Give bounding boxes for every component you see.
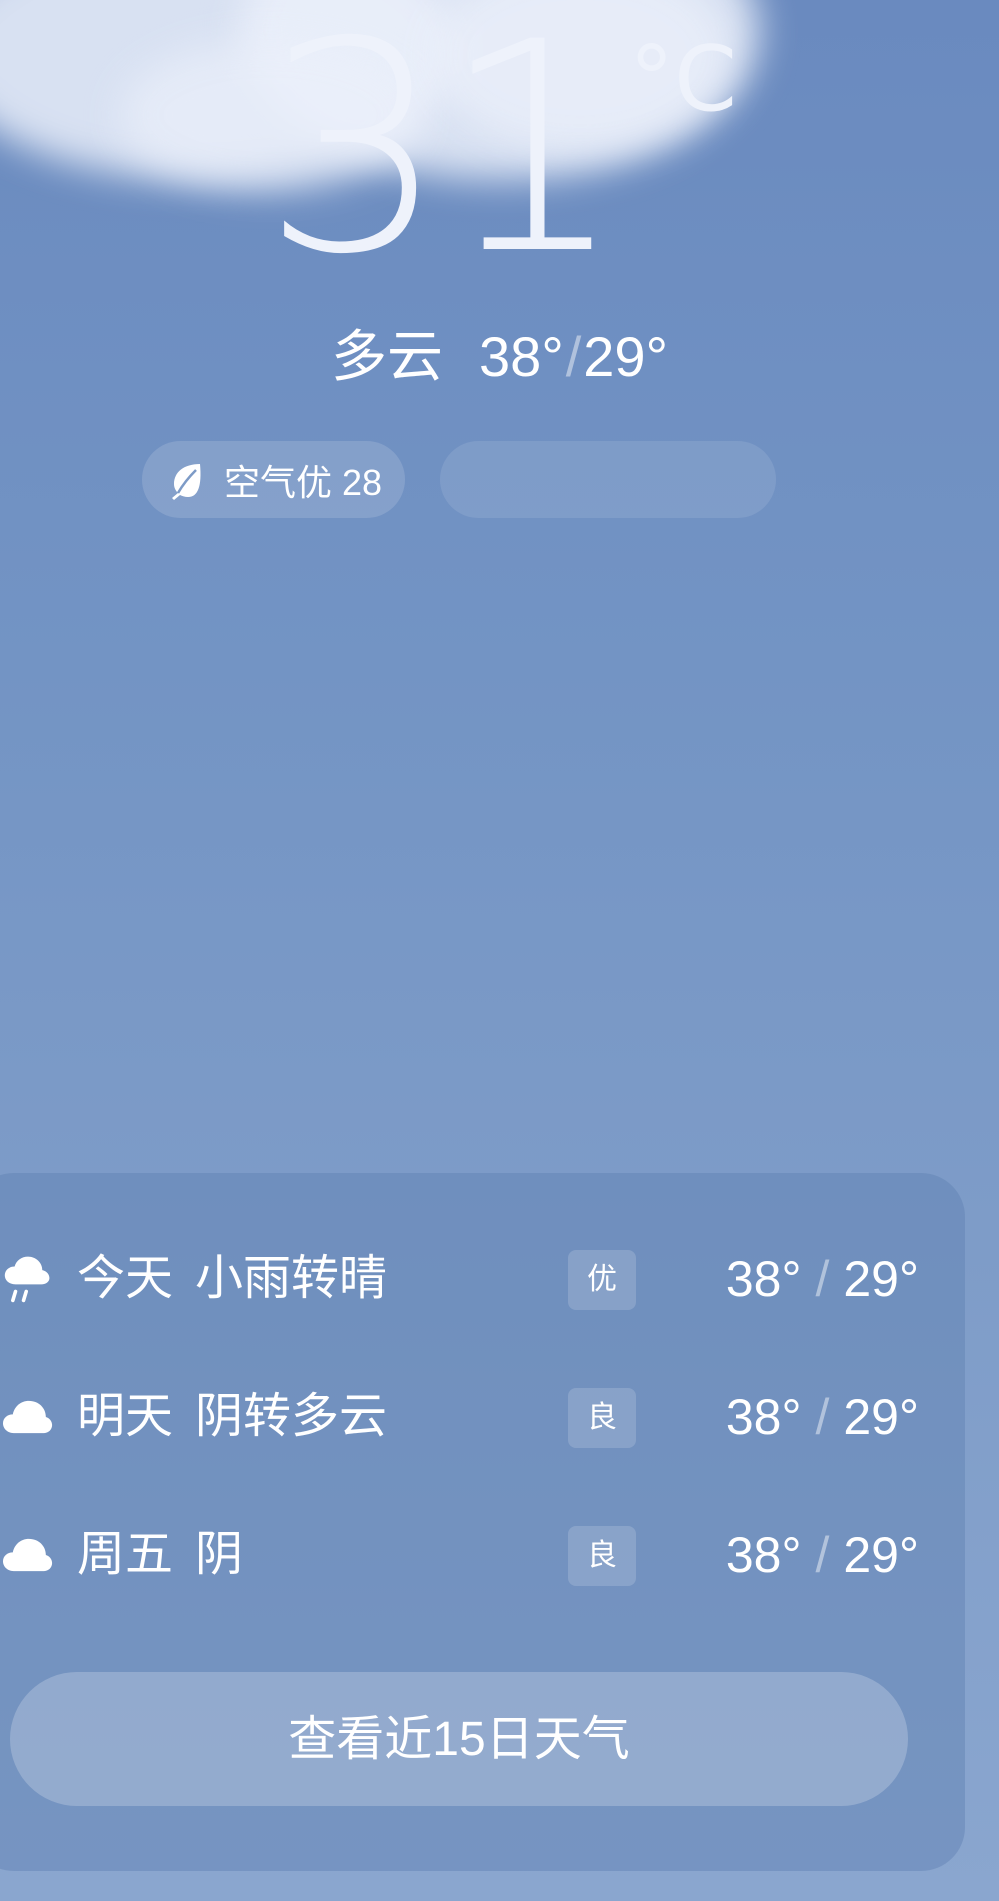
high-temp: 38°	[479, 325, 564, 388]
aqi-badge: 优	[568, 1250, 636, 1310]
forecast-low: 29°	[843, 1389, 919, 1445]
range-separator: /	[565, 325, 582, 388]
day-name: 明天	[77, 1390, 174, 1443]
day-condition: 阴	[195, 1528, 244, 1581]
forecast-high: 38°	[725, 1389, 802, 1445]
forecast-low: 29°	[843, 1251, 919, 1307]
forecast-row-today[interactable]: 今天 小雨转晴 优 38°/29°	[0, 1236, 999, 1326]
day-name: 今天	[77, 1252, 174, 1305]
forecast-row-friday[interactable]: 周五阴 良 38°/29°	[0, 1512, 999, 1602]
leaf-icon	[172, 463, 201, 500]
low-temp: 29°	[583, 325, 668, 388]
aqi-badge: 良	[568, 1526, 636, 1586]
temperature-unit: °C	[629, 27, 737, 132]
forecast-day-label: 周五阴	[77, 1524, 243, 1586]
temperature-value: 31	[262, 0, 625, 318]
condition-text: 多云	[331, 325, 444, 388]
forecast-high: 38°	[725, 1251, 802, 1307]
forecast-temp-range: 38°/29°	[726, 1386, 919, 1448]
day-name: 周五	[77, 1528, 174, 1581]
forecast-row-tomorrow[interactable]: 明天 阴转多云 良 38°/29°	[0, 1374, 999, 1464]
forecast-low: 29°	[843, 1527, 919, 1583]
forecast-temp-range: 38°/29°	[726, 1248, 919, 1310]
current-condition-line: 多云 38°/29°	[0, 322, 999, 392]
air-quality-label: 空气优 28	[224, 461, 383, 503]
view-15-day-forecast-button[interactable]: 查看近15日天气	[10, 1672, 908, 1806]
air-quality-chip[interactable]: 空气优 28	[142, 441, 405, 518]
forecast-day-label: 明天 阴转多云	[77, 1386, 387, 1448]
range-separator: /	[815, 1251, 830, 1307]
secondary-chip[interactable]	[440, 441, 776, 518]
cloud-icon	[3, 1538, 53, 1572]
cloud-icon	[3, 1400, 53, 1434]
day-condition: 阴转多云	[195, 1390, 388, 1443]
light-rain-icon	[4, 1256, 50, 1303]
forecast-temp-range: 38°/29°	[726, 1524, 919, 1586]
day-condition: 小雨转晴	[195, 1252, 388, 1305]
current-temperature: 31 °C	[0, 0, 999, 318]
aqi-badge: 良	[568, 1388, 636, 1448]
range-separator: /	[815, 1527, 830, 1583]
range-separator: /	[815, 1389, 830, 1445]
forecast-day-label: 今天 小雨转晴	[77, 1248, 387, 1310]
forecast-high: 38°	[725, 1527, 802, 1583]
info-chips: 空气优 28	[0, 441, 999, 518]
